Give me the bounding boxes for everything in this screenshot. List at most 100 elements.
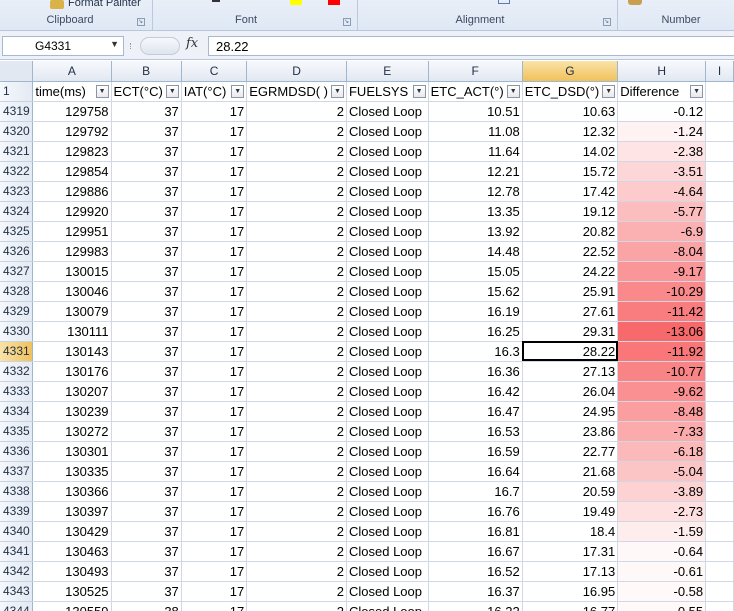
cell-etc-dsd[interactable]: 21.68: [522, 461, 619, 482]
header-cell-etc-act[interactable]: ETC_ACT(°) ▼: [428, 81, 523, 102]
cell-time[interactable]: 129758: [32, 101, 112, 122]
row-header[interactable]: 4319: [0, 101, 34, 122]
column-header-a[interactable]: A: [32, 61, 112, 82]
header-cell-difference[interactable]: Difference ▼: [617, 81, 707, 102]
empty-cell[interactable]: [705, 441, 734, 462]
cell-iat[interactable]: 17: [181, 541, 248, 562]
cell-time[interactable]: 130207: [32, 381, 112, 402]
cell-etc-act[interactable]: 11.64: [428, 141, 523, 162]
cell-iat[interactable]: 17: [181, 461, 248, 482]
cell-ect[interactable]: 37: [111, 181, 182, 202]
cell-etc-dsd[interactable]: 17.31: [522, 541, 619, 562]
column-header-c[interactable]: C: [181, 61, 248, 82]
row-header[interactable]: 4330: [0, 321, 34, 342]
cell-etc-act[interactable]: 16.25: [428, 321, 523, 342]
cell-difference[interactable]: -5.04: [617, 461, 707, 482]
cell-egrmdsd[interactable]: 2: [246, 521, 347, 542]
cell-difference[interactable]: -1.59: [617, 521, 707, 542]
cell-time[interactable]: 129792: [32, 121, 112, 142]
cell-fuelsys[interactable]: Closed Loop: [346, 121, 429, 142]
cell-ect[interactable]: 37: [111, 481, 182, 502]
cell-time[interactable]: 129920: [32, 201, 112, 222]
cell-etc-dsd[interactable]: 20.82: [522, 221, 619, 242]
cell-time[interactable]: 130046: [32, 281, 112, 302]
cell-time[interactable]: 130272: [32, 421, 112, 442]
cell-iat[interactable]: 17: [181, 501, 248, 522]
cell-ect[interactable]: 37: [111, 341, 182, 362]
cell-iat[interactable]: 17: [181, 481, 248, 502]
cell-ect[interactable]: 37: [111, 441, 182, 462]
empty-cell[interactable]: [705, 121, 734, 142]
cell-etc-act[interactable]: 14.48: [428, 241, 523, 262]
cell-etc-act[interactable]: 16.59: [428, 441, 523, 462]
cell-ect[interactable]: 37: [111, 241, 182, 262]
cell-difference[interactable]: -8.04: [617, 241, 707, 262]
cell-iat[interactable]: 17: [181, 521, 248, 542]
alignment-launcher-icon[interactable]: ↘: [603, 18, 611, 26]
empty-cell[interactable]: [705, 101, 734, 122]
cell-ect[interactable]: 37: [111, 161, 182, 182]
cell-etc-act[interactable]: 16.47: [428, 401, 523, 422]
cell-etc-dsd[interactable]: 16.95: [522, 581, 619, 602]
filter-dropdown-icon[interactable]: ▼: [330, 84, 344, 98]
cell-fuelsys[interactable]: Closed Loop: [346, 181, 429, 202]
cell-difference[interactable]: -10.77: [617, 361, 707, 382]
header-cell-egrmdsd[interactable]: EGRMDSD( ) ▼: [246, 81, 347, 102]
cell-time[interactable]: 129983: [32, 241, 112, 262]
empty-cell[interactable]: [705, 501, 734, 522]
cell-iat[interactable]: 17: [181, 321, 248, 342]
formula-input[interactable]: 28.22: [208, 36, 734, 56]
empty-cell[interactable]: [705, 221, 734, 242]
row-header[interactable]: 4324: [0, 201, 34, 222]
cell-iat[interactable]: 17: [181, 381, 248, 402]
cell-difference[interactable]: -1.24: [617, 121, 707, 142]
cell-etc-act[interactable]: 16.22: [428, 601, 523, 611]
highlight-color-icon[interactable]: [290, 0, 302, 5]
cell-etc-dsd[interactable]: 18.4: [522, 521, 619, 542]
font-color-icon[interactable]: [328, 0, 340, 5]
cell-etc-dsd[interactable]: 27.61: [522, 301, 619, 322]
cell-etc-dsd[interactable]: 19.12: [522, 201, 619, 222]
cell-egrmdsd[interactable]: 2: [246, 541, 347, 562]
cell-ect[interactable]: 37: [111, 121, 182, 142]
row-header[interactable]: 4335: [0, 421, 34, 442]
header-cell-time[interactable]: time(ms) ▼: [32, 81, 112, 102]
cell-etc-dsd[interactable]: 24.22: [522, 261, 619, 282]
currency-icon[interactable]: [628, 0, 642, 5]
cell-fuelsys[interactable]: Closed Loop: [346, 381, 429, 402]
filter-dropdown-icon[interactable]: ▼: [602, 84, 616, 98]
cell-etc-dsd[interactable]: 27.13: [522, 361, 619, 382]
cell-time[interactable]: 130239: [32, 401, 112, 422]
row-header[interactable]: 4323: [0, 181, 34, 202]
row-header[interactable]: 4342: [0, 561, 34, 582]
cell-etc-act[interactable]: 16.7: [428, 481, 523, 502]
format-painter-button[interactable]: Format Painter: [68, 0, 141, 9]
cell-time[interactable]: 130463: [32, 541, 112, 562]
cell-egrmdsd[interactable]: 2: [246, 181, 347, 202]
cell-time[interactable]: 130397: [32, 501, 112, 522]
splitter-handle[interactable]: [130, 43, 134, 49]
cell-fuelsys[interactable]: Closed Loop: [346, 261, 429, 282]
cell-difference[interactable]: -2.73: [617, 501, 707, 522]
clipboard-launcher-icon[interactable]: ↘: [137, 18, 145, 26]
cell-egrmdsd[interactable]: 2: [246, 281, 347, 302]
cell-fuelsys[interactable]: Closed Loop: [346, 321, 429, 342]
cell-iat[interactable]: 17: [181, 561, 248, 582]
cell-egrmdsd[interactable]: 2: [246, 321, 347, 342]
cell-etc-act[interactable]: 16.53: [428, 421, 523, 442]
cell-iat[interactable]: 17: [181, 581, 248, 602]
header-cell-ect[interactable]: ECT(°C) ▼: [111, 81, 182, 102]
cell-etc-act[interactable]: 16.42: [428, 381, 523, 402]
cell-time[interactable]: 130143: [32, 341, 112, 362]
row-header[interactable]: 4331: [0, 341, 34, 362]
row-header[interactable]: 4332: [0, 361, 34, 382]
row-header-1[interactable]: 1: [0, 81, 34, 102]
chevron-down-icon[interactable]: ▼: [110, 39, 119, 49]
cell-egrmdsd[interactable]: 2: [246, 101, 347, 122]
cell-etc-act[interactable]: 16.19: [428, 301, 523, 322]
cell-ect[interactable]: 37: [111, 401, 182, 422]
empty-cell[interactable]: [705, 181, 734, 202]
column-header-h[interactable]: H: [617, 61, 707, 82]
cell-difference[interactable]: -6.9: [617, 221, 707, 242]
cell-egrmdsd[interactable]: 2: [246, 201, 347, 222]
